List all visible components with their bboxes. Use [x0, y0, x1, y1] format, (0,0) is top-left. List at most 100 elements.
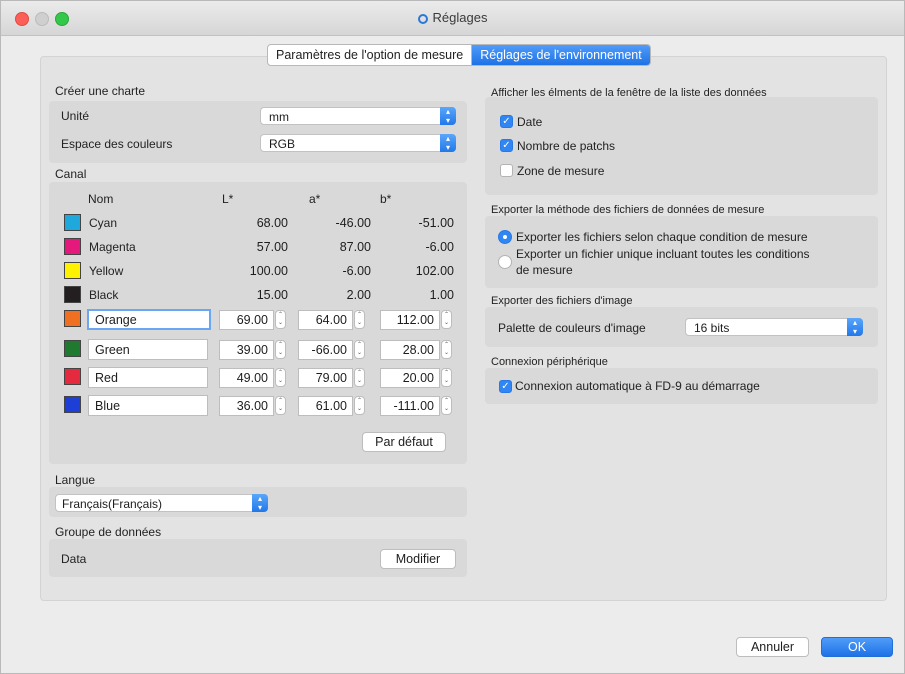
channel-b-stepper[interactable]: ⌃ ⌄ [441, 340, 452, 359]
channel-b-value: -51.00 [418, 216, 454, 230]
tab-environment-settings[interactable]: Réglages de l'environnement [472, 45, 650, 65]
unit-select[interactable]: mm ▴ ▾ [260, 107, 456, 125]
chart-section-title: Créer une charte [55, 84, 146, 98]
measure-zone-label: Zone de mesure [517, 164, 605, 178]
chevron-updown-icon: ▴ ▾ [440, 134, 456, 152]
color-swatch[interactable] [64, 368, 81, 385]
color-swatch [64, 238, 81, 255]
palette-select[interactable]: 16 bits ▴ ▾ [685, 318, 863, 336]
channel-a-stepper[interactable]: ⌃ ⌄ [354, 396, 365, 415]
col-a-header: a* [309, 192, 321, 206]
channel-b-stepper[interactable]: ⌃ ⌄ [441, 396, 452, 415]
channel-name: Magenta [89, 240, 136, 254]
channel-name: Cyan [89, 216, 118, 230]
channel-l-stepper[interactable]: ⌃ ⌄ [275, 368, 286, 387]
modify-button[interactable]: Modifier [380, 549, 456, 569]
color-swatch[interactable] [64, 310, 81, 327]
auto-connect-checkbox[interactable]: ✓ [499, 380, 512, 393]
channel-l-value: 15.00 [256, 288, 288, 302]
col-b-header: b* [380, 192, 392, 206]
export-single-file-label: Exporter un fichier unique incluant tout… [516, 247, 810, 261]
group-section-title: Groupe de données [55, 525, 162, 539]
palette-select-value: 16 bits [694, 321, 730, 335]
channel-a-value: 87.00 [339, 240, 371, 254]
channel-a-input[interactable]: 79.00 [298, 368, 353, 388]
channel-b-value: 1.00 [429, 288, 454, 302]
export-images-section-title: Exporter des fichiers d'image [491, 295, 633, 307]
unit-select-value: mm [269, 110, 289, 124]
measure-zone-checkbox[interactable] [500, 164, 513, 177]
channel-name: Black [89, 288, 119, 302]
channel-a-value: -46.00 [335, 216, 371, 230]
color-swatch[interactable] [64, 340, 81, 357]
language-select[interactable]: Français(Français) ▴ ▾ [55, 494, 268, 512]
channel-b-stepper[interactable]: ⌃ ⌄ [441, 310, 452, 329]
channel-a-stepper[interactable]: ⌃ ⌄ [354, 340, 365, 359]
language-select-value: Français(Français) [62, 497, 163, 511]
channel-name-input[interactable]: Orange [87, 309, 211, 330]
channel-b-value: -6.00 [425, 240, 455, 254]
tab-bar: Paramètres de l'option de mesure Réglage… [267, 44, 651, 66]
channel-b-value: 102.00 [415, 264, 454, 278]
channel-b-input[interactable]: 112.00 [380, 310, 440, 330]
color-swatch [64, 262, 81, 279]
title-bar: Réglages [1, 1, 904, 36]
channel-name-input[interactable]: Red [88, 367, 208, 388]
col-l-header: L* [222, 192, 234, 206]
colorspace-select-value: RGB [269, 137, 296, 151]
channel-l-input[interactable]: 36.00 [219, 396, 274, 416]
settings-window: Réglages Créer une charte Unité mm ▴ ▾ Es… [0, 0, 905, 674]
channel-b-input[interactable]: -111.00 [380, 396, 440, 416]
channel-a-value: -6.00 [342, 264, 372, 278]
color-swatch [64, 286, 81, 303]
chevron-updown-icon: ▴ ▾ [847, 318, 863, 336]
export-method-section-title: Exporter la méthode des fichiers de donn… [491, 204, 765, 216]
channel-l-stepper[interactable]: ⌃ ⌄ [275, 340, 286, 359]
export-per-condition-label: Exporter les fichiers selon chaque condi… [516, 230, 808, 244]
default-button[interactable]: Par défaut [362, 432, 446, 452]
channel-b-stepper[interactable]: ⌃ ⌄ [441, 368, 452, 387]
channel-name-input[interactable]: Blue [88, 395, 208, 416]
channel-a-input[interactable]: 61.00 [298, 396, 353, 416]
channel-a-value: 2.00 [346, 288, 371, 302]
language-section-title: Langue [55, 473, 96, 487]
col-name-header: Nom [88, 192, 114, 206]
window-title-text: Réglages [432, 10, 488, 25]
channel-l-input[interactable]: 39.00 [219, 340, 274, 360]
date-label: Date [517, 115, 543, 129]
export-single-file-radio[interactable] [498, 255, 512, 269]
connection-section-title: Connexion périphérique [491, 356, 608, 368]
chevron-updown-icon: ▴ ▾ [252, 494, 268, 512]
channel-l-value: 68.00 [256, 216, 288, 230]
channel-a-input[interactable]: -66.00 [298, 340, 353, 360]
channel-a-stepper[interactable]: ⌃ ⌄ [354, 368, 365, 387]
unit-label: Unité [61, 109, 90, 123]
ok-button[interactable]: OK [821, 637, 893, 657]
settings-panel: Créer une charte Unité mm ▴ ▾ Espace des … [40, 56, 887, 601]
channel-b-input[interactable]: 28.00 [380, 340, 440, 360]
cancel-button[interactable]: Annuler [736, 637, 809, 657]
channel-l-input[interactable]: 49.00 [219, 368, 274, 388]
tab-measurement-options[interactable]: Paramètres de l'option de mesure [268, 45, 473, 65]
color-swatch [64, 214, 81, 231]
colorspace-label: Espace des couleurs [61, 137, 173, 151]
chevron-updown-icon: ▴ ▾ [440, 107, 456, 125]
channel-l-input[interactable]: 69.00 [219, 310, 274, 330]
channel-name-input[interactable]: Green [88, 339, 208, 360]
auto-connect-label: Connexion automatique à FD-9 au démarrag… [515, 379, 760, 393]
channel-l-stepper[interactable]: ⌃ ⌄ [275, 310, 286, 329]
patch-count-checkbox[interactable]: ✓ [500, 139, 513, 152]
channel-b-input[interactable]: 20.00 [380, 368, 440, 388]
channel-l-value: 57.00 [256, 240, 288, 254]
channel-a-stepper[interactable]: ⌃ ⌄ [354, 310, 365, 329]
colorspace-select[interactable]: RGB ▴ ▾ [260, 134, 456, 152]
channel-a-input[interactable]: 64.00 [298, 310, 353, 330]
date-checkbox[interactable]: ✓ [500, 115, 513, 128]
color-swatch[interactable] [64, 396, 81, 413]
channel-l-stepper[interactable]: ⌃ ⌄ [275, 396, 286, 415]
patch-count-label: Nombre de patchs [517, 139, 616, 153]
export-single-file-label-line2: de mesure [516, 263, 573, 277]
export-per-condition-radio[interactable] [498, 230, 512, 244]
window-title: Réglages [1, 10, 904, 25]
data-group-value: Data [61, 552, 87, 566]
